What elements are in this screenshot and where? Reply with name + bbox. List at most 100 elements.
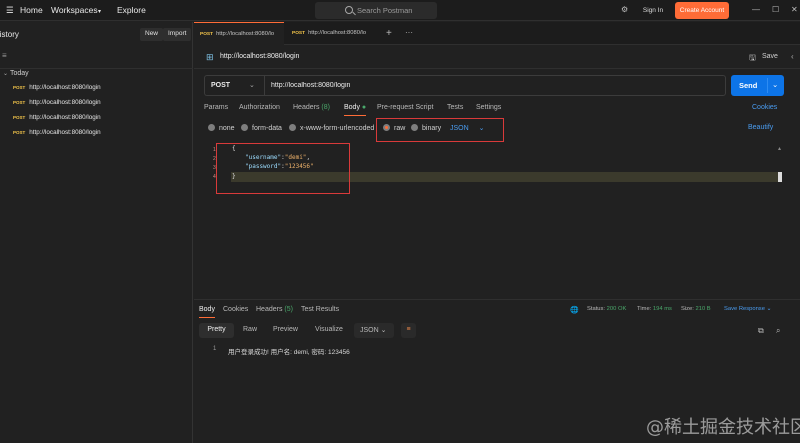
search-bar[interactable]: Search Postman [315, 2, 437, 19]
active-tab-indicator [199, 317, 215, 318]
beautify-link[interactable]: Beautify [748, 124, 773, 131]
tab-headers[interactable]: Headers (8) [293, 104, 330, 111]
nav-explore[interactable]: Explore [117, 5, 146, 15]
maximize-icon[interactable]: ☐ [772, 5, 779, 14]
tab-response-cookies[interactable]: Cookies [223, 306, 248, 313]
request-title[interactable]: http://localhost:8080/login [220, 53, 299, 60]
sidebar-title: History [0, 30, 19, 39]
chevron-down-icon: ⌄ [249, 82, 255, 89]
tab-params[interactable]: Params [204, 104, 228, 111]
import-button[interactable]: Import [163, 28, 192, 41]
history-item[interactable]: POST http://localhost:8080/login [13, 114, 101, 121]
history-item[interactable]: POST http://localhost:8080/login [13, 99, 101, 106]
method-label: POST [13, 115, 26, 120]
filter-icon[interactable]: ≡ [2, 51, 7, 60]
radio-form-data[interactable]: form-data [241, 124, 282, 132]
headers-label: Headers [293, 104, 320, 111]
method-label: POST [13, 85, 26, 90]
more-icon[interactable]: ··· [405, 28, 413, 37]
save-response-label: Save Response [724, 306, 765, 312]
search-placeholder: Search Postman [357, 6, 413, 15]
save-response-button[interactable]: Save Response ⌄ [724, 306, 771, 312]
history-url: http://localhost:8080/login [29, 99, 101, 106]
tab-response-headers[interactable]: Headers (5) [256, 306, 293, 313]
time-readout: Time: 194 ms [637, 306, 672, 312]
tab-bar [194, 22, 800, 45]
status-value: 200 OK [606, 306, 627, 312]
gear-icon[interactable]: ⚙ [621, 5, 628, 14]
response-divider[interactable] [194, 299, 800, 300]
radio-urlencoded[interactable]: x-www-form-urlencoded [289, 124, 374, 132]
new-button[interactable]: New [140, 28, 164, 41]
globe-icon: 🌐 [570, 307, 579, 314]
size-value: 210 B [695, 306, 711, 312]
chevron-down-icon[interactable]: ▾ [98, 8, 101, 15]
history-group-label[interactable]: Today [10, 70, 29, 77]
chevron-down-icon[interactable]: ⌄ [3, 70, 8, 77]
tab-body[interactable]: Body ● [344, 104, 366, 111]
view-pretty[interactable]: Pretty [199, 323, 234, 338]
history-url: http://localhost:8080/login [29, 114, 101, 121]
wrap-lines-icon[interactable]: ≡ [401, 323, 416, 338]
minimize-icon[interactable]: — [752, 5, 760, 14]
tab-tests[interactable]: Tests [447, 104, 463, 111]
format-value: JSON [360, 327, 379, 334]
view-preview[interactable]: Preview [273, 323, 298, 338]
add-tab-icon[interactable]: + [386, 28, 392, 39]
url-input[interactable] [264, 75, 726, 96]
text-cursor [778, 172, 782, 182]
view-visualize[interactable]: Visualize [315, 323, 343, 338]
request-tab[interactable]: POST http://localhost:8080/lo [194, 22, 284, 45]
highlight-box [216, 143, 350, 194]
save-button[interactable]: Save [762, 53, 778, 60]
status-readout: Status: 200 OK [587, 306, 626, 312]
body-label: Body [344, 104, 360, 111]
copy-icon[interactable]: ⧉ [758, 323, 764, 338]
status-label: Status: [587, 306, 606, 312]
scroll-up-icon[interactable]: ▴ [778, 145, 781, 152]
headers-label: Headers [256, 306, 283, 313]
close-icon[interactable]: ✕ [791, 5, 798, 14]
method-value: POST [211, 82, 231, 89]
tab-test-results[interactable]: Test Results [301, 306, 339, 313]
cookies-link[interactable]: Cookies [752, 104, 777, 111]
request-tab[interactable]: POST http://localhost:8080/lo [286, 22, 376, 45]
history-url: http://localhost:8080/login [29, 129, 101, 136]
search-icon [345, 6, 353, 14]
time-label: Time: [637, 306, 652, 312]
radio-label: x-www-form-urlencoded [300, 125, 375, 132]
radio-none[interactable]: none [208, 124, 235, 132]
divider [194, 68, 800, 69]
nav-workspaces[interactable]: Workspaces [51, 5, 98, 15]
radio-label: none [219, 125, 235, 132]
headers-count: (5) [284, 306, 293, 313]
send-button[interactable]: Send ⌄ [731, 75, 784, 96]
method-label: POST [292, 31, 306, 36]
create-account-button[interactable]: Create Account [675, 2, 729, 19]
response-format-select[interactable]: JSON ⌄ [354, 323, 394, 338]
sidebar-divider [0, 68, 193, 69]
history-item[interactable]: POST http://localhost:8080/login [13, 84, 101, 91]
tab-settings[interactable]: Settings [476, 104, 501, 111]
save-icon: 🖫 [749, 53, 756, 62]
radio-icon [241, 124, 248, 131]
method-select[interactable]: POST ⌄ [204, 75, 264, 96]
tab-authorization[interactable]: Authorization [239, 104, 280, 111]
highlight-box [376, 118, 504, 142]
send-label: Send [739, 81, 758, 90]
search-icon[interactable]: ⌕ [776, 323, 780, 338]
watermark: @稀土掘金技术社区 [646, 417, 800, 438]
tab-prerequest[interactable]: Pre-request Script [377, 104, 433, 111]
menu-icon[interactable]: ☰ [6, 5, 14, 16]
view-raw[interactable]: Raw [243, 323, 257, 338]
radio-icon [289, 124, 296, 131]
sign-in-button[interactable]: Sign In [638, 3, 668, 18]
history-item[interactable]: POST http://localhost:8080/login [13, 129, 101, 136]
method-label: POST [13, 130, 26, 135]
tab-response-body[interactable]: Body [199, 306, 215, 313]
chevron-left-icon[interactable]: ‹ [791, 52, 794, 61]
line-number: 1 [213, 346, 217, 352]
active-tab-indicator [344, 115, 366, 116]
time-value: 194 ms [652, 306, 672, 312]
nav-home[interactable]: Home [20, 5, 43, 15]
